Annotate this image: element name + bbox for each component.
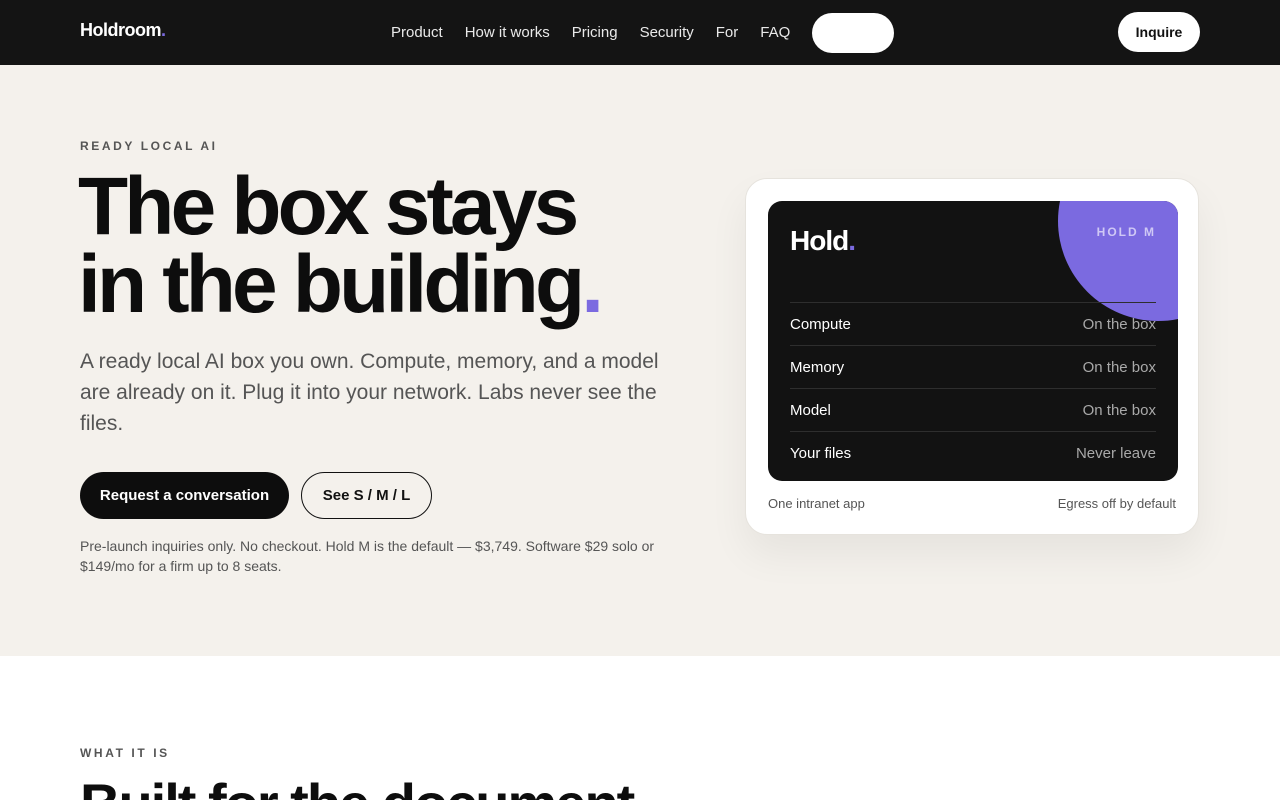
spec-value: On the box <box>1082 315 1156 333</box>
request-conversation-button[interactable]: Request a conversation <box>80 472 289 519</box>
section-eyebrow: WHAT IT IS <box>80 746 170 760</box>
hero-lede: A ready local AI box you own. Compute, m… <box>80 350 659 435</box>
top-nav: Holdroom. Product How it works Pricing S… <box>0 0 1280 65</box>
nav-link-for[interactable]: For <box>716 24 739 41</box>
nav-links: Product How it works Pricing Security Fo… <box>391 0 895 65</box>
product-card: Hold. HOLD M Compute On the box Memory On … <box>745 178 1199 535</box>
nav-link-pricing[interactable]: Pricing <box>572 24 618 41</box>
spec-row: Memory On the box <box>790 345 1156 388</box>
section-heading: Built for the document <box>80 774 635 800</box>
what-it-is-section: WHAT IT IS Built for the document <box>0 656 1280 800</box>
see-sizes-button[interactable]: See S / M / L <box>301 472 432 519</box>
card-footer-left: One intranet app <box>768 496 865 511</box>
hero-fineprint: Pre-launch inquiries only. No checkout. … <box>80 538 655 574</box>
model-tag: HOLD M <box>1096 225 1156 239</box>
spec-row: Your files Never leave <box>790 431 1156 474</box>
nav-link-how-it-works[interactable]: How it works <box>465 24 550 41</box>
device-logo: Hold. <box>790 225 856 257</box>
spec-value: Never leave <box>1075 444 1156 462</box>
card-footer: One intranet app Egress off by default <box>768 496 1176 511</box>
nav-blank-pill-button[interactable] <box>812 12 895 53</box>
nav-link-security[interactable]: Security <box>640 24 694 41</box>
nav-link-product[interactable]: Product <box>391 24 443 41</box>
device-logo-dot: . <box>848 225 856 256</box>
hero-eyebrow: READY LOCAL AI <box>80 139 218 153</box>
spec-label: Your files <box>790 444 852 462</box>
brand-logo-dot: . <box>161 20 166 40</box>
spec-row: Model On the box <box>790 388 1156 431</box>
spec-value: On the box <box>1082 401 1156 419</box>
spec-label: Compute <box>790 315 851 333</box>
device-panel: Hold. HOLD M Compute On the box Memory On … <box>768 201 1178 481</box>
inquire-button[interactable]: Inquire <box>1118 12 1200 52</box>
spec-label: Memory <box>790 358 845 376</box>
brand-logo[interactable]: Holdroom. <box>80 20 166 41</box>
brand-logo-text: Holdroom <box>80 20 162 40</box>
headline-dot: . <box>581 239 604 330</box>
device-logo-text: Hold <box>790 225 849 256</box>
card-footer-right: Egress off by default <box>1057 496 1176 511</box>
spec-list: Compute On the box Memory On the box Model… <box>790 302 1156 474</box>
spec-value: On the box <box>1082 358 1156 376</box>
spec-label: Model <box>790 401 831 419</box>
hero-headline: The box stays in the building. <box>78 166 604 326</box>
spec-row: Compute On the box <box>790 302 1156 345</box>
nav-link-faq[interactable]: FAQ <box>760 24 790 41</box>
headline-line-2: in the building <box>78 239 585 330</box>
